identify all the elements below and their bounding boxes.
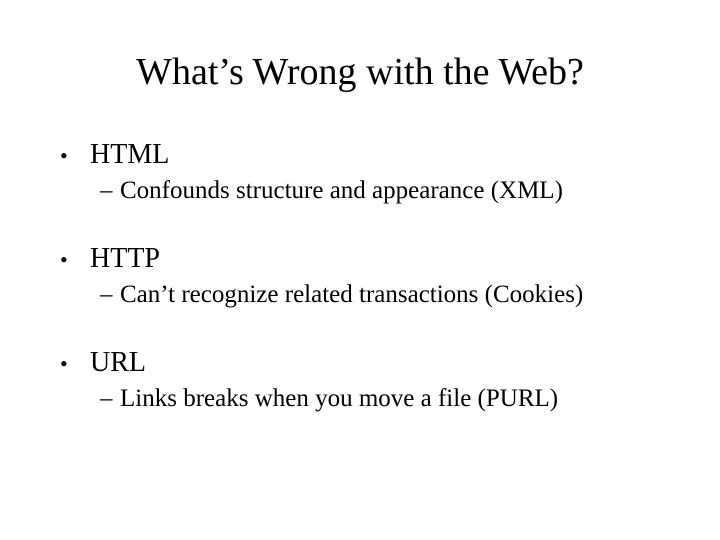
dash-icon: –	[100, 177, 120, 205]
bullet-icon: •	[60, 243, 90, 271]
sub-label: Can’t recognize related transactions (Co…	[120, 281, 583, 309]
list-item: • HTTP	[60, 243, 670, 275]
dash-icon: –	[100, 281, 120, 309]
sub-list-item: – Links breaks when you move a file (PUR…	[100, 385, 670, 413]
sub-list-item: – Confounds structure and appearance (XM…	[100, 177, 670, 205]
dash-icon: –	[100, 385, 120, 413]
sub-list-item: – Can’t recognize related transactions (…	[100, 281, 670, 309]
bullet-label: URL	[90, 347, 146, 379]
sub-label: Links breaks when you move a file (PURL)	[120, 385, 558, 413]
bullet-icon: •	[60, 139, 90, 167]
slide-title: What’s Wrong with the Web?	[50, 50, 670, 94]
list-item: • URL	[60, 347, 670, 379]
bullet-icon: •	[60, 347, 90, 375]
slide-content: • HTML – Confounds structure and appeara…	[50, 139, 670, 413]
bullet-label: HTML	[90, 139, 169, 171]
list-item: • HTML	[60, 139, 670, 171]
bullet-label: HTTP	[90, 243, 160, 275]
sub-label: Confounds structure and appearance (XML)	[120, 177, 563, 205]
